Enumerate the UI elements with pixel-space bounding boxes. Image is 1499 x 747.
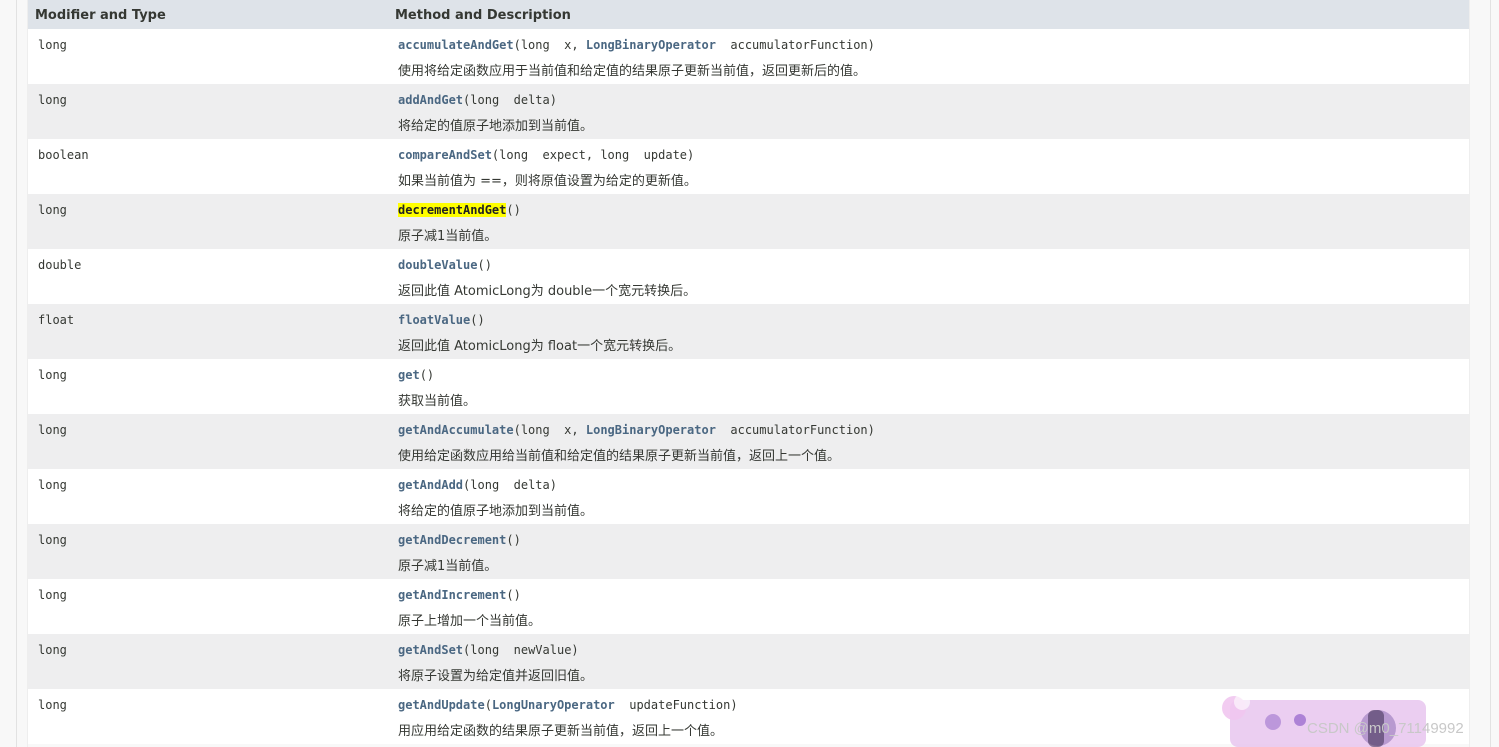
method-signature: decrementAndGet() xyxy=(398,203,521,217)
method-name-link[interactable]: compareAndSet xyxy=(398,148,492,162)
method-name-link[interactable]: doubleValue xyxy=(398,258,477,272)
table-row: long getAndSet(long newValue) 将原子设置为给定值并返回… xyxy=(28,634,1469,689)
method-name-link[interactable]: decrementAndGet xyxy=(398,203,507,217)
method-description: 原子减1当前值。 xyxy=(398,559,498,574)
method-description: 原子减1当前值。 xyxy=(398,229,498,244)
modifier-type: long xyxy=(38,588,67,602)
param-type: long xyxy=(520,423,550,437)
modifier-type: float xyxy=(38,313,75,327)
method-signature: getAndDecrement() xyxy=(398,533,521,547)
method-signature: doubleValue() xyxy=(398,258,492,272)
param-name: update xyxy=(629,148,688,162)
decorative-sticker-image xyxy=(1222,694,1426,747)
modifier-type: long xyxy=(38,478,67,492)
watermark-text: CSDN @m0_71149992 xyxy=(1307,720,1464,737)
param-type: long xyxy=(470,93,500,107)
table-row: boolean compareAndSet(long expect, long u… xyxy=(28,139,1469,194)
header-method-description: Method and Description xyxy=(395,8,571,23)
table-row: long getAndAccumulate(long x, LongBinaryO… xyxy=(28,414,1469,469)
param-name: delta xyxy=(499,478,550,492)
param-type: long xyxy=(520,38,550,52)
method-signature: get() xyxy=(398,368,435,382)
modifier-type: long xyxy=(38,203,67,217)
method-signature: floatValue() xyxy=(398,313,485,327)
param-type: long xyxy=(499,148,529,162)
param-name: x xyxy=(549,38,572,52)
table-row: long get() 获取当前值。 xyxy=(28,359,1469,414)
method-description: 用应用给定函数的结果原子更新当前值，返回上一个值。 xyxy=(398,724,724,739)
method-name-link[interactable]: getAndIncrement xyxy=(398,588,506,602)
param-name: accumulatorFunction xyxy=(715,38,868,52)
method-name-link[interactable]: getAndDecrement xyxy=(398,533,506,547)
method-description: 获取当前值。 xyxy=(398,394,477,409)
method-description: 返回此值 AtomicLong为 float一个宽元转换后。 xyxy=(398,339,682,354)
method-signature: getAndSet(long newValue) xyxy=(398,643,579,657)
method-description: 原子上增加一个当前值。 xyxy=(398,614,542,629)
method-description: 使用给定函数应用给当前值和给定值的结果原子更新当前值，返回上一个值。 xyxy=(398,449,841,464)
param-name: updateFunction xyxy=(614,698,731,712)
param-type-link[interactable]: LongUnaryOperator xyxy=(492,698,615,712)
table-row: double doubleValue() 返回此值 AtomicLong为 doub… xyxy=(28,249,1469,304)
param-type: long xyxy=(600,148,630,162)
param-name: expect xyxy=(528,148,586,162)
method-signature: compareAndSet(long expect, long update) xyxy=(398,148,695,162)
modifier-type: long xyxy=(38,643,67,657)
method-description: 使用将给定函数应用于当前值和给定值的结果原子更新当前值，返回更新后的值。 xyxy=(398,64,867,79)
param-name: x xyxy=(549,423,572,437)
method-name-link[interactable]: accumulateAndGet xyxy=(398,38,514,52)
modifier-type: long xyxy=(38,423,67,437)
param-type-link[interactable]: LongBinaryOperator xyxy=(586,38,716,52)
param-type-link[interactable]: LongBinaryOperator xyxy=(586,423,716,437)
method-description: 将给定的值原子地添加到当前值。 xyxy=(398,504,594,519)
param-name: newValue xyxy=(499,643,572,657)
method-name-link[interactable]: getAndSet xyxy=(398,643,463,657)
modifier-type: long xyxy=(38,93,67,107)
modifier-type: long xyxy=(38,533,67,547)
modifier-type: double xyxy=(38,258,82,272)
method-description: 将给定的值原子地添加到当前值。 xyxy=(398,119,594,134)
method-name-link[interactable]: addAndGet xyxy=(398,93,463,107)
method-summary-table: Modifier and Type Method and Description… xyxy=(27,0,1470,747)
param-type: long xyxy=(470,478,500,492)
method-signature: accumulateAndGet(long x, LongBinaryOpera… xyxy=(398,38,875,52)
method-name-link[interactable]: get xyxy=(398,368,420,382)
table-row: float floatValue() 返回此值 AtomicLong为 float一… xyxy=(28,304,1469,359)
method-name-link[interactable]: floatValue xyxy=(398,313,470,327)
method-name-link[interactable]: getAndAdd xyxy=(398,478,463,492)
modifier-type: long xyxy=(38,368,67,382)
table-body: long accumulateAndGet(long x, LongBinaryO… xyxy=(28,29,1469,744)
method-description: 返回此值 AtomicLong为 double一个宽元转换后。 xyxy=(398,284,697,299)
method-signature: getAndAccumulate(long x, LongBinaryOpera… xyxy=(398,423,875,437)
page-frame: Modifier and Type Method and Description… xyxy=(16,0,1491,747)
method-signature: addAndGet(long delta) xyxy=(398,93,557,107)
method-name-link[interactable]: getAndAccumulate xyxy=(398,423,514,437)
header-modifier-type: Modifier and Type xyxy=(35,8,166,23)
method-description: 如果当前值为 ==，则将原值设置为给定的更新值。 xyxy=(398,174,697,189)
modifier-type: long xyxy=(38,698,67,712)
method-signature: getAndUpdate(LongUnaryOperator updateFun… xyxy=(398,698,738,712)
table-header: Modifier and Type Method and Description xyxy=(28,0,1469,29)
table-row: long addAndGet(long delta) 将给定的值原子地添加到当前值。 xyxy=(28,84,1469,139)
modifier-type: boolean xyxy=(38,148,89,162)
table-row: long getAndIncrement() 原子上增加一个当前值。 xyxy=(28,579,1469,634)
param-type: long xyxy=(470,643,500,657)
modifier-type: long xyxy=(38,38,67,52)
table-row: long getAndAdd(long delta) 将给定的值原子地添加到当前值。 xyxy=(28,469,1469,524)
table-row: long accumulateAndGet(long x, LongBinaryO… xyxy=(28,29,1469,84)
table-row: long decrementAndGet() 原子减1当前值。 xyxy=(28,194,1469,249)
param-name: delta xyxy=(499,93,550,107)
method-signature: getAndIncrement() xyxy=(398,588,521,602)
table-row: long getAndDecrement() 原子减1当前值。 xyxy=(28,524,1469,579)
method-signature: getAndAdd(long delta) xyxy=(398,478,557,492)
param-name: accumulatorFunction xyxy=(715,423,868,437)
method-description: 将原子设置为给定值并返回旧值。 xyxy=(398,669,594,684)
method-name-link[interactable]: getAndUpdate xyxy=(398,698,485,712)
